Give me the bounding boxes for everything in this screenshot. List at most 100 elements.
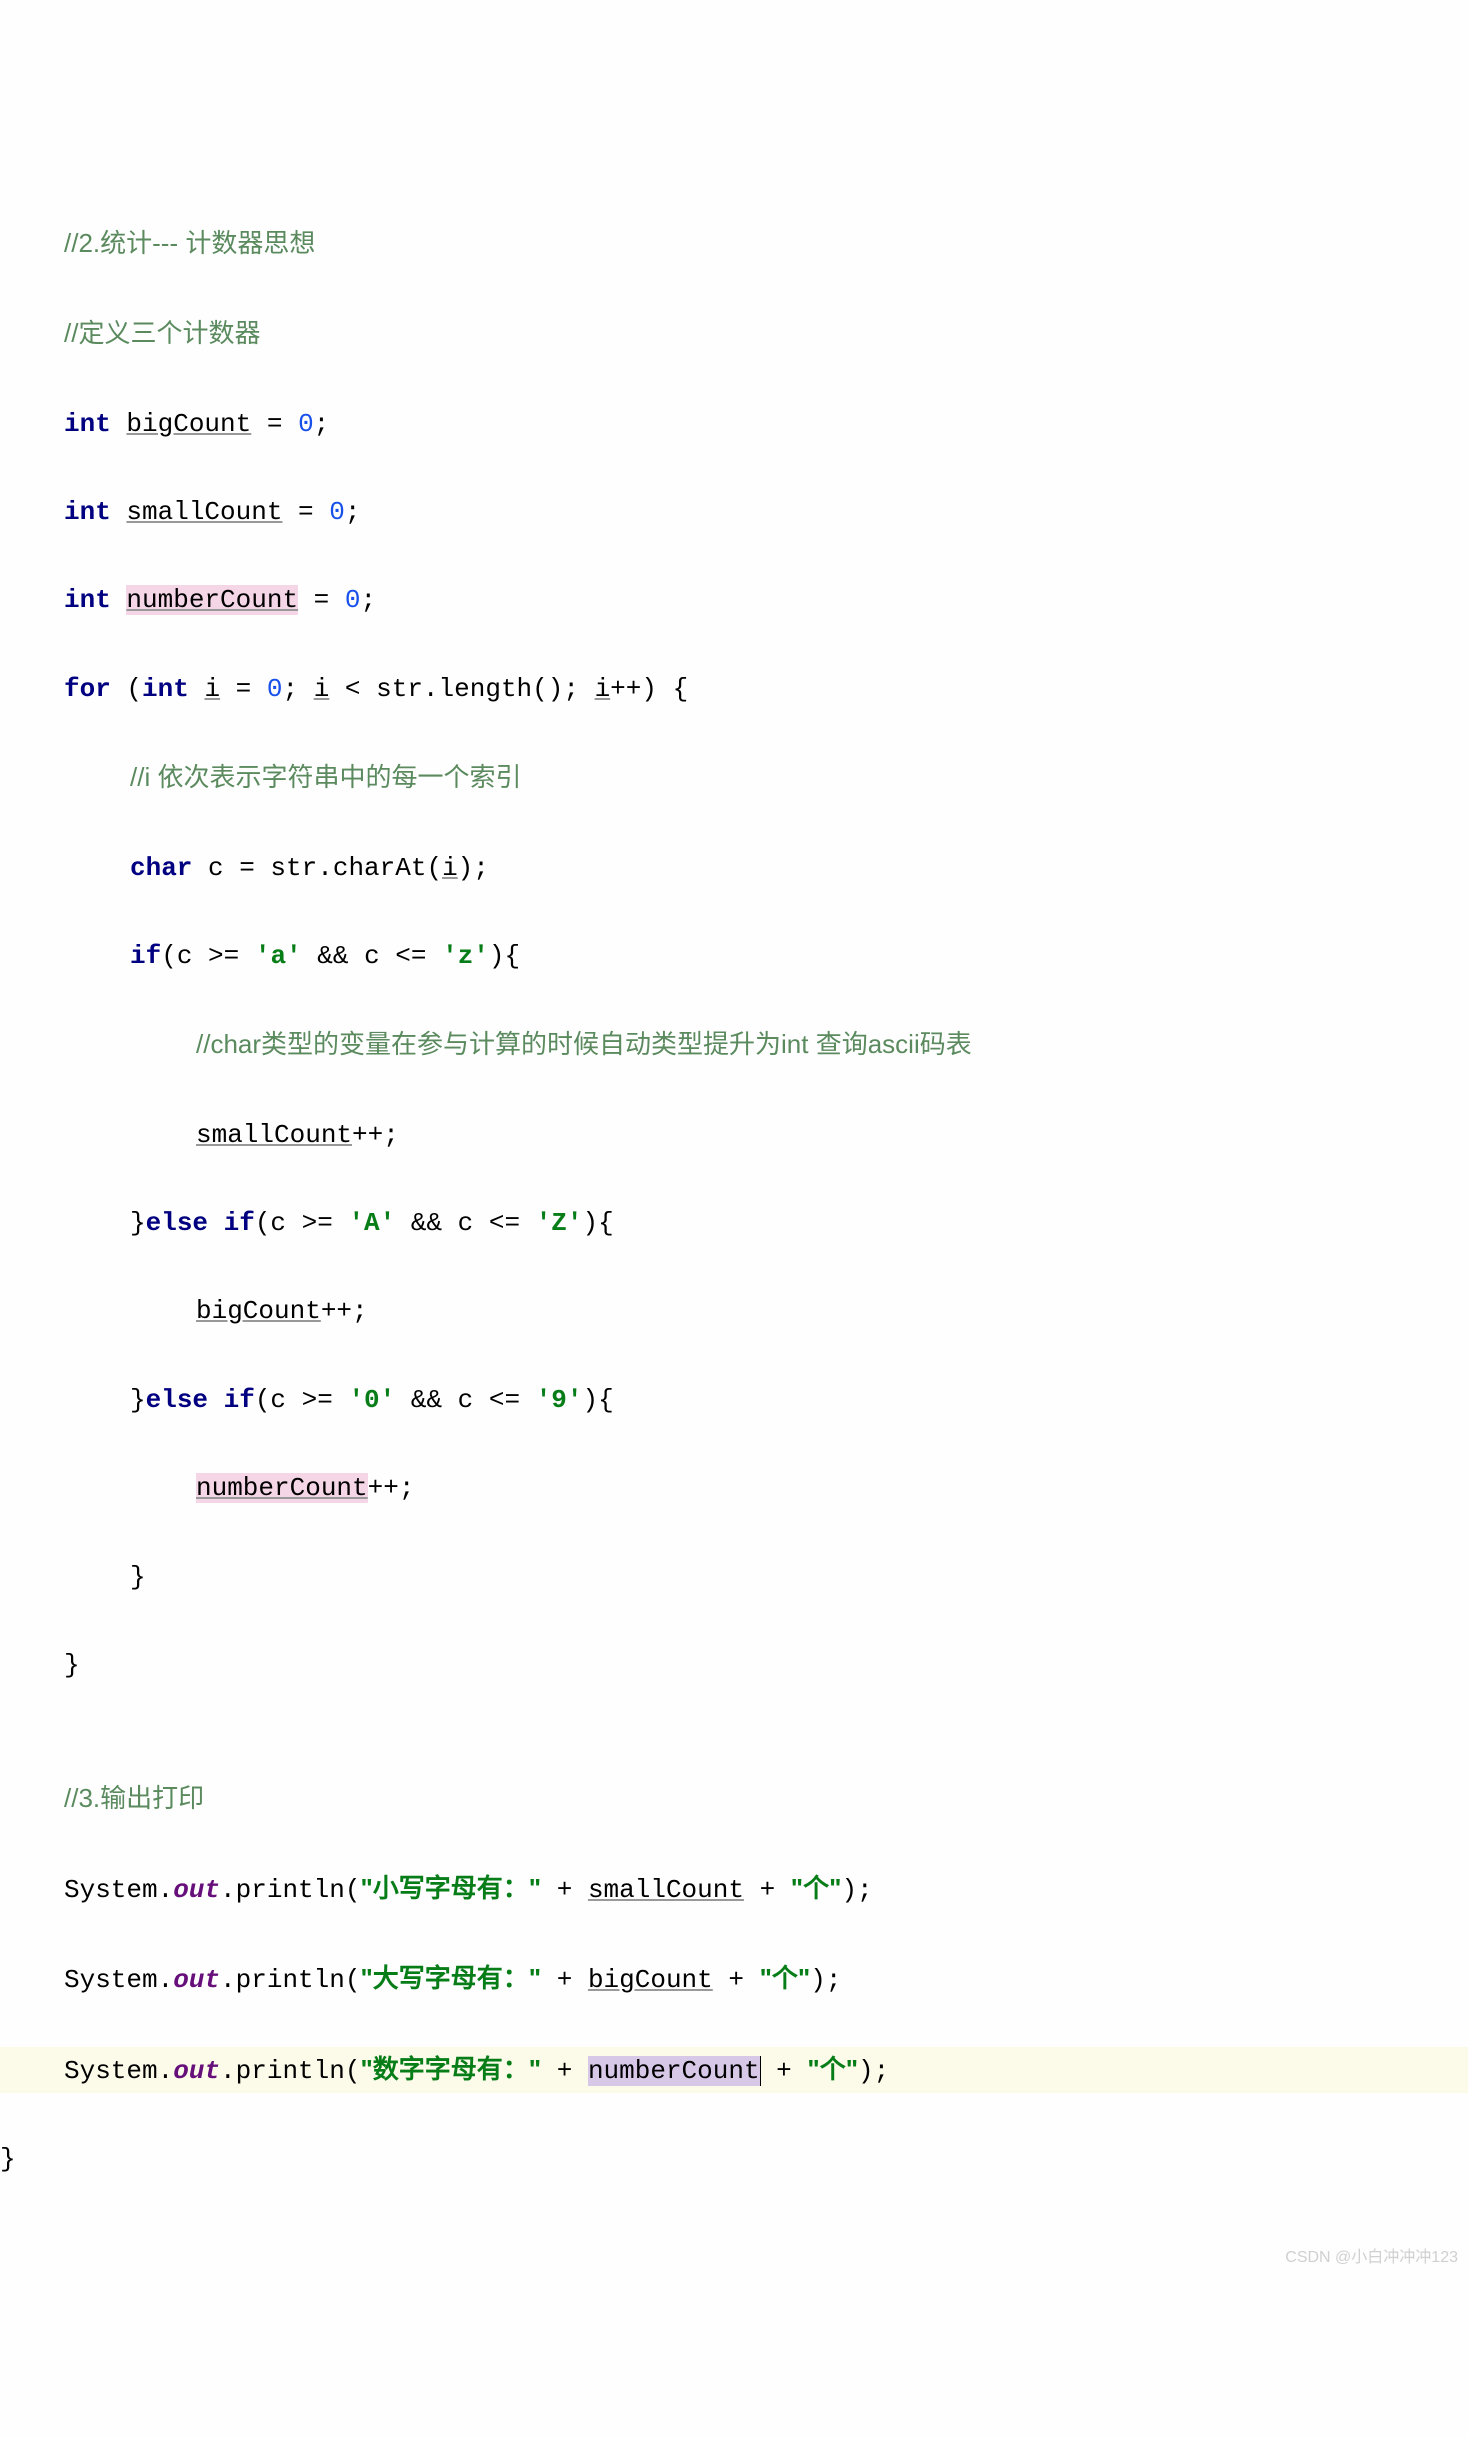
text: ++) { [610, 674, 688, 704]
code-line[interactable]: System.out.println("大写字母有：" + bigCount +… [0, 1956, 1468, 2002]
number-literal: 0 [298, 409, 314, 439]
keyword-int: int [64, 497, 111, 527]
paren: (c >= [161, 941, 255, 971]
code-line[interactable]: char c = str.charAt(i); [0, 846, 1468, 890]
code-line[interactable]: System.out.println("小写字母有：" + smallCount… [0, 1866, 1468, 1912]
watermark: CSDN @小白冲冲冲123 [1285, 2244, 1458, 2271]
code-line[interactable]: //char类型的变量在参与计算的时候自动类型提升为int 查询ascii码表 [0, 1022, 1468, 1068]
keyword-for: for [64, 674, 111, 704]
code-line[interactable]: //3.输出打印 [0, 1776, 1468, 1822]
op: + [744, 1875, 791, 1905]
code-line[interactable]: if(c >= 'a' && c <= 'z'){ [0, 934, 1468, 978]
code-line-current[interactable]: System.out.println("数字字母有：" + numberCoun… [0, 2047, 1468, 2093]
out: out [173, 1965, 220, 1995]
text: ++; [321, 1296, 368, 1326]
system: System. [64, 1965, 173, 1995]
paren: (c >= [255, 1385, 349, 1415]
text: ); [458, 853, 489, 883]
method-call: str.length(); [376, 674, 594, 704]
op: + [541, 1875, 588, 1905]
semicolon: ; [360, 585, 376, 615]
code-line[interactable]: } [0, 2137, 1468, 2181]
code-line[interactable]: } [0, 1643, 1468, 1687]
code-line[interactable]: //i 依次表示字符串中的每一个索引 [0, 755, 1468, 801]
op: = [298, 585, 345, 615]
op: && c <= [395, 1385, 535, 1415]
var-smallCount: smallCount [588, 1875, 744, 1905]
string-literal: "小写字母有：" [360, 1873, 541, 1903]
var-bigCount: bigCount [588, 1965, 713, 1995]
keyword-int: int [64, 409, 111, 439]
number-literal: 0 [329, 497, 345, 527]
code-line[interactable]: //2.统计--- 计数器思想 [0, 221, 1468, 267]
comment: //定义三个计数器 [64, 318, 260, 348]
code-line[interactable]: int smallCount = 0; [0, 490, 1468, 534]
keyword-elseif: else if [146, 1208, 255, 1238]
op: < [329, 674, 376, 704]
keyword-int: int [64, 585, 111, 615]
string-literal: "数字字母有：" [360, 2054, 541, 2084]
char-literal: '0' [348, 1385, 395, 1415]
text: ); [858, 2056, 889, 2086]
char-literal: 'a' [255, 941, 302, 971]
string-literal: "个" [807, 2054, 858, 2084]
code-line[interactable]: } [0, 1555, 1468, 1599]
code-line[interactable]: //定义三个计数器 [0, 311, 1468, 357]
comment: //i 依次表示字符串中的每一个索引 [130, 762, 521, 792]
paren: ){ [583, 1208, 614, 1238]
string-literal: "大写字母有：" [360, 1963, 541, 1993]
code-line[interactable]: numberCount++; [0, 1466, 1468, 1510]
code-line[interactable]: smallCount++; [0, 1113, 1468, 1157]
op: + [541, 1965, 588, 1995]
var-bigCount: bigCount [196, 1296, 321, 1326]
println: .println( [220, 2056, 360, 2086]
code-line[interactable]: }else if(c >= 'A' && c <= 'Z'){ [0, 1201, 1468, 1245]
text: ); [841, 1875, 872, 1905]
out: out [173, 2056, 220, 2086]
comment: //3.输出打印 [64, 1783, 204, 1813]
char-literal: 'z' [442, 941, 489, 971]
brace: } [130, 1208, 146, 1238]
semicolon: ; [314, 409, 330, 439]
var-smallCount: smallCount [196, 1120, 352, 1150]
code-line[interactable]: int bigCount = 0; [0, 402, 1468, 446]
op: + [713, 1965, 760, 1995]
var-numberCount-selected: numberCount [588, 2056, 761, 2086]
system: System. [64, 2056, 173, 2086]
var-i: i [442, 853, 458, 883]
brace: } [130, 1385, 146, 1415]
var-numberCount: numberCount [196, 1473, 368, 1503]
out: out [173, 1875, 220, 1905]
var-numberCount: numberCount [126, 585, 298, 615]
keyword-int: int [142, 674, 189, 704]
code-line[interactable]: for (int i = 0; i < str.length(); i++) { [0, 667, 1468, 711]
brace: } [64, 1650, 80, 1680]
var-i: i [595, 674, 611, 704]
op: = [282, 497, 329, 527]
text: ; [282, 674, 313, 704]
code-line[interactable]: }else if(c >= '0' && c <= '9'){ [0, 1378, 1468, 1422]
var-bigCount: bigCount [126, 409, 251, 439]
string-literal: "个" [760, 1963, 811, 1993]
text: ++; [368, 1473, 415, 1503]
number-literal: 0 [267, 674, 283, 704]
text: ); [810, 1965, 841, 1995]
paren: ){ [583, 1385, 614, 1415]
text: ++; [352, 1120, 399, 1150]
keyword-char: char [130, 853, 192, 883]
var-smallCount: smallCount [126, 497, 282, 527]
op: = [220, 674, 267, 704]
op: + [761, 2056, 808, 2086]
paren: ){ [489, 941, 520, 971]
char-literal: 'Z' [536, 1208, 583, 1238]
keyword-elseif: else if [146, 1385, 255, 1415]
char-literal: '9' [536, 1385, 583, 1415]
println: .println( [220, 1875, 360, 1905]
code-line[interactable]: int numberCount = 0; [0, 578, 1468, 622]
paren: ( [111, 674, 142, 704]
code-line[interactable]: bigCount++; [0, 1289, 1468, 1333]
number-literal: 0 [345, 585, 361, 615]
println: .println( [220, 1965, 360, 1995]
paren: (c >= [255, 1208, 349, 1238]
system: System. [64, 1875, 173, 1905]
